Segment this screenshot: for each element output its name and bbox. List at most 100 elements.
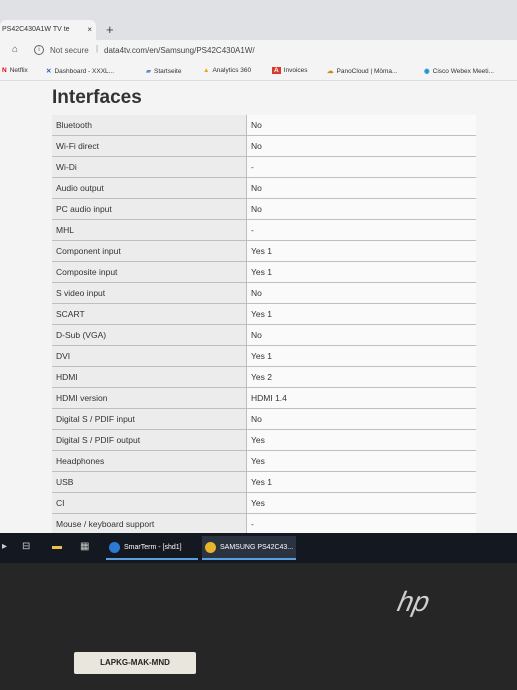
bookmarks-bar: N Netflix ✕ Dashboard - XXXL... ▰ Startseit… (0, 62, 517, 81)
bookmark-invoices[interactable]: A Invoices (272, 67, 308, 74)
table-row: Composite input Yes 1 (52, 261, 476, 283)
taskbar: ▸ ⊟ ▬ ▦ SmarTerm - [shd1] SAMSUNG PS42C4… (0, 533, 517, 563)
close-icon[interactable]: × (87, 25, 92, 34)
row-value: Yes (246, 492, 476, 514)
row-label: SCART (52, 303, 247, 325)
bookmark-label: Startseite (154, 68, 182, 75)
table-row: USB Yes 1 (52, 471, 476, 493)
table-row: Bluetooth No (52, 115, 476, 136)
screen: PS42C430A1W TV te × + ⌂ i Not secure | d… (0, 0, 517, 563)
row-value: Yes 1 (246, 345, 476, 367)
table-row: D-Sub (VGA) No (52, 324, 476, 346)
url-text[interactable]: data4tv.com/en/Samsung/PS42C430A1W/ (104, 46, 255, 55)
row-label: D-Sub (VGA) (52, 324, 247, 346)
row-value: - (246, 219, 476, 241)
row-value: Yes 1 (246, 261, 476, 283)
smarterm-icon (109, 542, 120, 553)
browser-tab[interactable]: PS42C430A1W TV te × (0, 20, 96, 40)
row-label: DVI (52, 345, 247, 367)
dashboard-icon: ✕ (46, 68, 52, 75)
row-label: Headphones (52, 450, 247, 472)
task-view-icon[interactable]: ⊟ (22, 541, 30, 552)
bookmark-label: Invoices (283, 67, 308, 74)
cloud-icon: ☁ (327, 68, 334, 75)
taskbar-app-label: SAMSUNG PS42C43... (220, 544, 294, 551)
row-value: No (246, 408, 476, 430)
row-label: Mouse / keyboard support (52, 513, 247, 535)
folder-icon[interactable]: ▬ (52, 541, 62, 552)
bookmark-label: Netflix (9, 67, 28, 74)
row-label: Wi-Di (52, 156, 247, 178)
taskbar-app-label: SmarTerm - [shd1] (124, 544, 182, 551)
invoices-icon: A (272, 67, 281, 74)
row-value: No (246, 115, 476, 136)
row-value: No (246, 177, 476, 199)
divider: | (96, 44, 99, 53)
bookmark-label: Analytics 360 (212, 67, 252, 74)
bookmark-netflix[interactable]: N Netflix (2, 67, 28, 74)
address-bar[interactable]: ⌂ i Not secure | data4tv.com/en/Samsung/… (0, 40, 517, 62)
table-row: SCART Yes 1 (52, 303, 476, 325)
startseite-icon: ▰ (146, 68, 151, 75)
row-label: PC audio input (52, 198, 247, 220)
analytics-icon: ▲ (203, 67, 210, 74)
bookmark-label: Cisco Webex Meeti... (432, 68, 494, 75)
row-label: MHL (52, 219, 247, 241)
row-value: No (246, 282, 476, 304)
row-label: CI (52, 492, 247, 514)
page-content: Interfaces Bluetooth No Wi-Fi direct No Wi-D… (0, 87, 517, 556)
table-row: CI Yes (52, 492, 476, 514)
table-row: DVI Yes 1 (52, 345, 476, 367)
page-title: Interfaces (52, 87, 142, 108)
bookmark-startseite[interactable]: ▰ Startseite (146, 67, 181, 75)
bookmark-panocloud[interactable]: ☁ PanoCloud | Möma... (327, 67, 397, 75)
table-row: HDMI Yes 2 (52, 366, 476, 388)
row-label: Audio output (52, 177, 247, 199)
row-value: HDMI 1.4 (246, 387, 476, 409)
bookmark-webex[interactable]: ◉ Cisco Webex Meeti... (424, 67, 494, 75)
table-row: Headphones Yes (52, 450, 476, 472)
table-row: HDMI version HDMI 1.4 (52, 387, 476, 409)
table-row: Wi-Di - (52, 156, 476, 178)
table-row: Mouse / keyboard support - (52, 513, 476, 535)
taskbar-app-smarterm[interactable]: SmarTerm - [shd1] (106, 536, 198, 560)
chrome-icon (205, 542, 216, 553)
webex-icon: ◉ (424, 68, 430, 75)
row-value: Yes 2 (246, 366, 476, 388)
taskbar-app-chrome[interactable]: SAMSUNG PS42C43... (202, 536, 296, 560)
table-row: Audio output No (52, 177, 476, 199)
info-icon[interactable]: i (34, 45, 44, 55)
row-value: Yes 1 (246, 303, 476, 325)
bookmark-analytics[interactable]: ▲ Analytics 360 (203, 67, 251, 74)
netflix-icon: N (2, 67, 7, 74)
bookmark-dashboard[interactable]: ✕ Dashboard - XXXL... (46, 67, 114, 75)
row-label: Composite input (52, 261, 247, 283)
row-label: HDMI version (52, 387, 247, 409)
row-label: HDMI (52, 366, 247, 388)
row-label: Bluetooth (52, 115, 247, 136)
store-icon[interactable]: ▦ (80, 541, 89, 552)
row-label: USB (52, 471, 247, 493)
row-value: Yes (246, 429, 476, 451)
row-value: No (246, 324, 476, 346)
table-row: MHL - (52, 219, 476, 241)
security-label: Not secure (50, 46, 89, 55)
table-row: Component input Yes 1 (52, 240, 476, 262)
asset-label: LAPKG-MAK-MND (74, 652, 196, 674)
row-label: S video input (52, 282, 247, 304)
new-tab-button[interactable]: + (106, 22, 114, 37)
interfaces-table: Bluetooth No Wi-Fi direct No Wi-Di - Audio out… (52, 115, 476, 556)
home-icon[interactable]: ⌂ (12, 44, 18, 55)
row-value: - (246, 156, 476, 178)
table-row: Digital S / PDIF output Yes (52, 429, 476, 451)
row-value: - (246, 513, 476, 535)
row-value: No (246, 135, 476, 157)
row-label: Digital S / PDIF output (52, 429, 247, 451)
row-value: Yes 1 (246, 471, 476, 493)
bookmark-label: PanoCloud | Möma... (336, 68, 398, 75)
row-value: No (246, 198, 476, 220)
start-icon[interactable]: ▸ (2, 541, 7, 552)
row-value: Yes 1 (246, 240, 476, 262)
row-label: Wi-Fi direct (52, 135, 247, 157)
table-row: Digital S / PDIF input No (52, 408, 476, 430)
